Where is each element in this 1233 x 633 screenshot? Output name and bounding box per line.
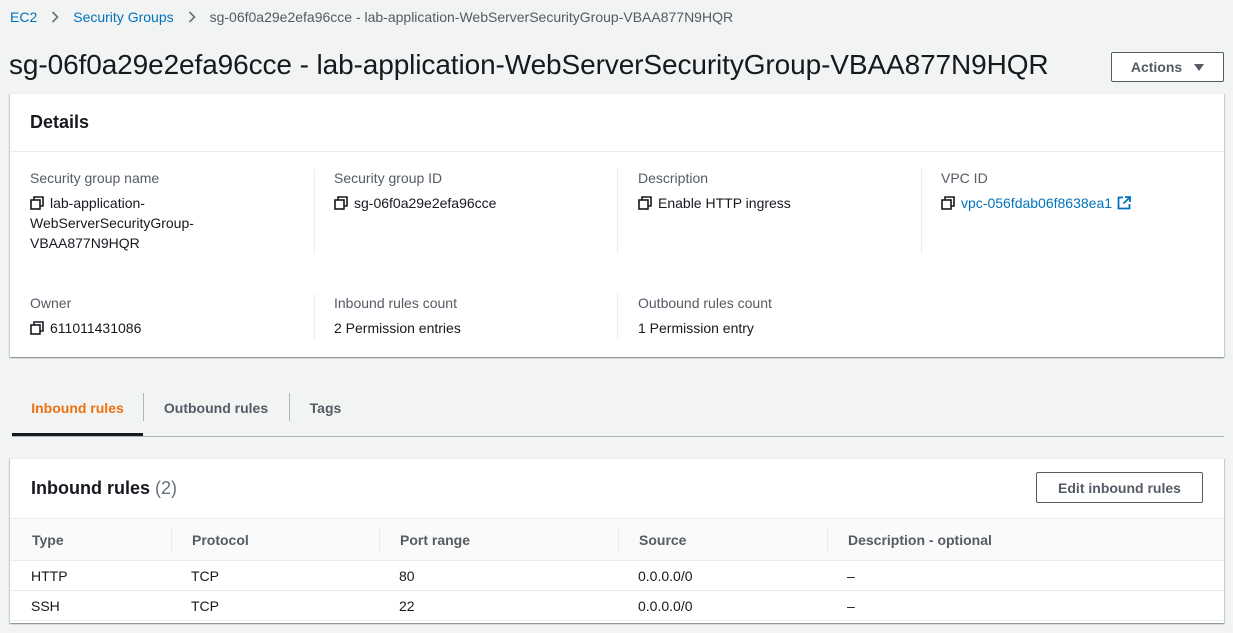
field-value: Enable HTTP ingress <box>658 195 791 211</box>
field-value-line: WebServerSecurityGroup- <box>30 215 194 231</box>
column-divider <box>617 294 618 339</box>
cell-port-range: 22 <box>399 598 415 614</box>
field-security-group-name: Security group name lab-application- Web… <box>30 168 194 253</box>
caret-down-icon <box>1194 63 1205 71</box>
inbound-rules-title: Inbound rules (2) <box>31 478 177 499</box>
field-inbound-rules-count: Inbound rules count 2 Permission entries <box>334 293 461 338</box>
column-divider <box>171 529 172 551</box>
cell-protocol: TCP <box>191 568 219 584</box>
copy-icon[interactable] <box>334 196 348 210</box>
field-label: Description <box>638 170 709 186</box>
tab-tags[interactable]: Tags <box>289 380 362 436</box>
column-divider <box>379 529 380 551</box>
cell-protocol: TCP <box>191 598 219 614</box>
details-card: Details Security group name lab-applicat… <box>10 93 1224 357</box>
inbound-rules-title-text: Inbound rules <box>31 478 150 498</box>
cell-type: HTTP <box>31 568 68 584</box>
cell-source: 0.0.0.0/0 <box>638 598 693 614</box>
column-divider <box>617 169 618 254</box>
tab-bar: Inbound rules Outbound rules Tags <box>12 380 1224 437</box>
cell-description: – <box>847 598 855 614</box>
field-value-line: lab-application- <box>50 195 145 211</box>
details-header: Details <box>10 94 1224 152</box>
external-link-icon[interactable] <box>1117 196 1131 210</box>
breadcrumb: EC2 Security Groups sg-06f0a29e2efa96cce… <box>10 9 733 25</box>
field-label: Security group ID <box>334 170 443 186</box>
field-label: Owner <box>30 295 72 311</box>
copy-icon[interactable] <box>30 321 44 335</box>
copy-icon[interactable] <box>30 196 44 210</box>
column-header-description[interactable]: Description - optional <box>848 519 992 561</box>
field-label: Security group name <box>30 170 160 186</box>
cell-description: – <box>847 568 855 584</box>
cell-type: SSH <box>31 598 60 614</box>
table-row[interactable]: SSH TCP 22 0.0.0.0/0 – <box>10 591 1224 621</box>
inbound-rules-card: Inbound rules (2) Edit inbound rules Typ… <box>10 458 1224 623</box>
field-label: Inbound rules count <box>334 295 457 311</box>
chevron-right-icon <box>51 11 59 23</box>
actions-button[interactable]: Actions <box>1111 52 1224 82</box>
column-header-type[interactable]: Type <box>32 519 64 561</box>
copy-icon[interactable] <box>941 196 955 210</box>
field-value: lab-application- <box>50 193 145 213</box>
table-header: Type Protocol Port range Source Descript… <box>10 518 1224 561</box>
field-outbound-rules-count: Outbound rules count 1 Permission entry <box>638 293 772 338</box>
field-security-group-id: Security group ID sg-06f0a29e2efa96cce <box>334 168 496 213</box>
field-owner: Owner 611011431086 <box>30 293 141 338</box>
tab-inbound-rules[interactable]: Inbound rules <box>12 380 143 436</box>
cell-port-range: 80 <box>399 568 415 584</box>
breadcrumb-security-groups-link[interactable]: Security Groups <box>73 9 173 25</box>
field-value: 2 Permission entries <box>334 320 461 336</box>
copy-icon[interactable] <box>638 196 652 210</box>
field-value-line: VBAA877N9HQR <box>30 235 140 251</box>
chevron-right-icon <box>188 11 196 23</box>
column-divider <box>314 169 315 254</box>
field-vpc-id: VPC ID vpc-056fdab06f8638ea1 <box>941 168 1131 213</box>
table-row[interactable]: HTTP TCP 80 0.0.0.0/0 – <box>10 561 1224 591</box>
field-label: VPC ID <box>941 170 988 186</box>
actions-button-label: Actions <box>1130 59 1183 75</box>
column-divider <box>827 529 828 551</box>
column-divider <box>921 169 922 254</box>
active-tab-indicator <box>12 433 143 436</box>
breadcrumb-current: sg-06f0a29e2efa96cce - lab-application-W… <box>209 9 734 25</box>
cell-source: 0.0.0.0/0 <box>638 568 693 584</box>
column-divider <box>314 294 315 339</box>
page-title: sg-06f0a29e2efa96cce - lab-application-W… <box>9 49 1049 80</box>
column-header-protocol[interactable]: Protocol <box>192 519 249 561</box>
vpc-id-link[interactable]: vpc-056fdab06f8638ea1 <box>961 193 1112 213</box>
edit-inbound-rules-button[interactable]: Edit inbound rules <box>1036 472 1203 503</box>
breadcrumb-ec2-link[interactable]: EC2 <box>10 9 37 25</box>
field-label: Outbound rules count <box>638 295 772 311</box>
column-header-source[interactable]: Source <box>639 519 686 561</box>
field-value: sg-06f0a29e2efa96cce <box>354 195 497 211</box>
field-description: Description Enable HTTP ingress <box>638 168 791 213</box>
field-value: 1 Permission entry <box>638 320 754 336</box>
column-divider <box>618 529 619 551</box>
inbound-rules-count: (2) <box>155 478 178 498</box>
field-value: 611011431086 <box>50 320 142 336</box>
column-header-port-range[interactable]: Port range <box>400 519 470 561</box>
tab-outbound-rules[interactable]: Outbound rules <box>143 380 289 436</box>
